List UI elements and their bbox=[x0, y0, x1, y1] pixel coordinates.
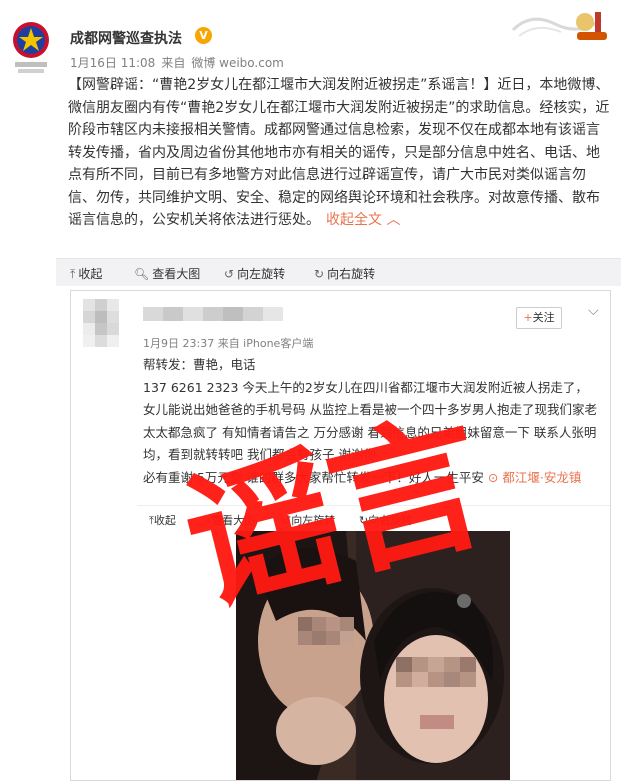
chevron-up-icon: ︿ bbox=[386, 212, 401, 228]
source-prefix: 来自 bbox=[161, 56, 186, 70]
post-body: 【网警辟谣：“曹艳2岁女儿在都江堰市大润发附近被拐走”系谣言！】近日，本地微博、… bbox=[68, 74, 612, 232]
collapse-fulltext-link[interactable]: 收起全文 ︿ bbox=[326, 212, 400, 228]
magnifier-icon: 🔍︎ bbox=[134, 267, 150, 281]
collapse-button[interactable]: ⤒ 收起 bbox=[70, 265, 102, 282]
police-badge-avatar[interactable] bbox=[8, 18, 54, 76]
plus-icon: + bbox=[523, 311, 533, 324]
view-large-button[interactable]: 🔍︎ 查看大图 bbox=[134, 265, 200, 282]
pixelated-username bbox=[143, 307, 283, 321]
post-text: 【网警辟谣：“曹艳2岁女儿在都江堰市大润发附近被拐走”系谣言！】近日，本地微博、… bbox=[68, 77, 610, 228]
location-link[interactable]: ⊙ 都江堰·安龙镇 bbox=[488, 470, 581, 485]
embedded-collapse-button[interactable]: ⤒收起 bbox=[149, 512, 176, 528]
post-header: 成都网警巡查执法 V 1月16日 11:08 来自 微博 weibo.com bbox=[0, 0, 621, 73]
location-pin-icon: ⊙ bbox=[487, 469, 499, 485]
image-toolbar: ⤒ 收起 🔍︎ 查看大图 ↺ 向左旋转 ↻ 向右旋转 bbox=[56, 258, 621, 286]
chevron-down-icon[interactable]: ⌵ bbox=[588, 303, 599, 319]
account-name[interactable]: 成都网警巡查执法 bbox=[70, 28, 182, 48]
verified-badge-icon: V bbox=[195, 27, 212, 44]
rotate-left-icon: ↺ bbox=[224, 267, 235, 281]
rotate-right-icon: ↻ bbox=[314, 267, 325, 281]
rotate-right-button[interactable]: ↻ 向右旋转 bbox=[314, 265, 375, 282]
new-year-decoration-icon bbox=[511, 12, 607, 40]
embedded-meta: 1月9日 23:37 来自 iPhone客户端 bbox=[143, 337, 314, 350]
post-meta: 1月16日 11:08 来自 微博 weibo.com bbox=[70, 54, 290, 71]
pixelated-avatar bbox=[83, 299, 119, 347]
post-source[interactable]: 微博 weibo.com bbox=[191, 56, 284, 70]
collapse-up-icon: ⤒ bbox=[70, 267, 76, 281]
rotate-left-button[interactable]: ↺ 向左旋转 bbox=[224, 265, 285, 282]
follow-button[interactable]: +关注 bbox=[516, 307, 562, 329]
post-date[interactable]: 1月16日 11:08 bbox=[70, 56, 155, 70]
